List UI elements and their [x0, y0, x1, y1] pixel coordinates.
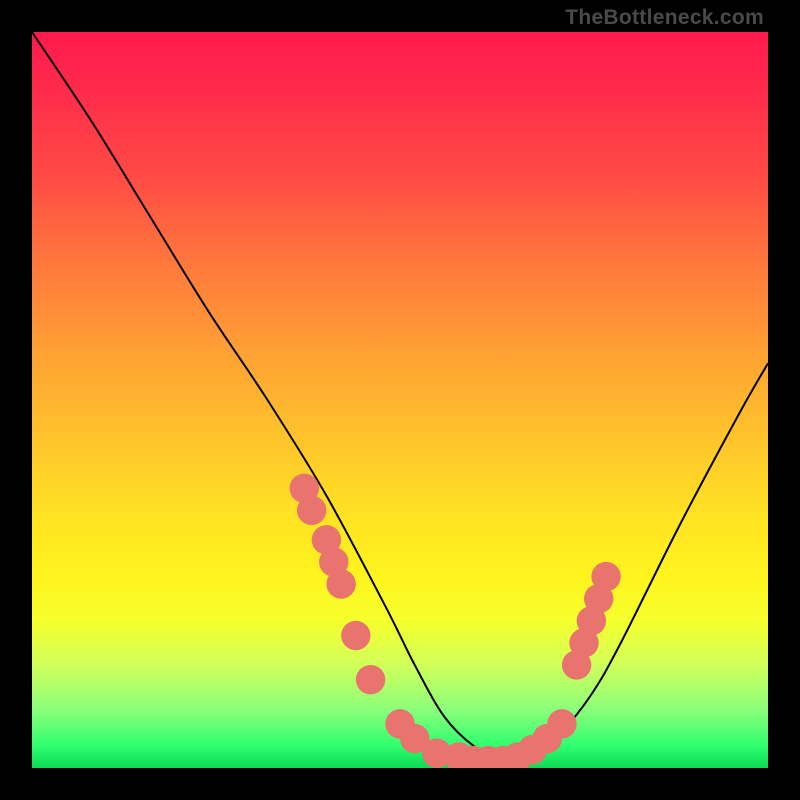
- marker-dot: [547, 709, 576, 738]
- marker-dot: [356, 665, 385, 694]
- marker-dot: [326, 569, 355, 598]
- curve-layer: [32, 32, 768, 768]
- marker-dot: [297, 496, 326, 525]
- marker-dot: [591, 562, 620, 591]
- marker-dot: [341, 621, 370, 650]
- bottleneck-curve: [32, 32, 768, 761]
- watermark-text: TheBottleneck.com: [565, 6, 764, 30]
- chart-container: TheBottleneck.com: [0, 0, 800, 800]
- plot-area: [32, 32, 768, 768]
